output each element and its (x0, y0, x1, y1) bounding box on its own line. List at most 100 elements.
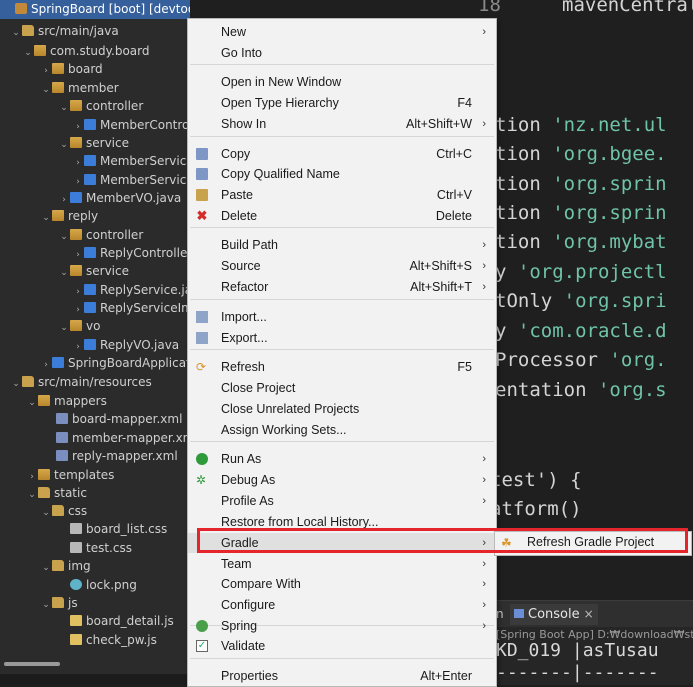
menu-item-close-unrelated-projects[interactable]: Close Unrelated Projects (188, 399, 496, 419)
code-token: entation (495, 379, 598, 401)
menu-item-open-type-hierarchy[interactable]: Open Type Hierarchy F4 (188, 93, 496, 113)
gradle-submenu[interactable]: ☘ Refresh Gradle Project (494, 531, 692, 556)
tree-item[interactable]: ⌄ img (0, 557, 190, 576)
menu-item-new[interactable]: New › (188, 22, 496, 42)
menu-item-restore-from-local-history[interactable]: Restore from Local History... (188, 512, 496, 532)
tree-item-label: member (68, 81, 119, 95)
tree-item[interactable]: ⌄ mappers (0, 392, 190, 411)
menu-item-close-project[interactable]: Close Project (188, 378, 496, 398)
code-token: atform() (490, 498, 582, 520)
menu-item-build-path[interactable]: Build Path › (188, 235, 496, 255)
menu-item-delete[interactable]: ✖ Delete Delete (188, 206, 496, 226)
css-icon (70, 542, 82, 553)
tree-item[interactable]: check_pw.js (0, 631, 190, 650)
tree-item[interactable]: › SpringBoardApplicat (0, 354, 190, 373)
menu-item-run-as[interactable]: Run As › (188, 449, 496, 469)
menu-item-refresh[interactable]: ⟳ Refresh F5 (188, 357, 496, 377)
menu-item-label: New (221, 25, 247, 39)
menu-item-go-into[interactable]: Go Into (188, 43, 496, 63)
chevron-right-icon: › (482, 118, 486, 130)
tree-item[interactable]: member-mapper.xml (0, 429, 190, 448)
tree-item[interactable]: › MemberService (0, 152, 190, 171)
menu-item-debug-as[interactable]: ✲ Debug As › (188, 470, 496, 490)
menu-item-configure[interactable]: Configure › (188, 595, 496, 615)
folder-icon (38, 487, 50, 498)
tree-item[interactable]: › MemberContro (0, 116, 190, 135)
menu-item-import[interactable]: Import... (188, 307, 496, 327)
tree-item[interactable]: › templates (0, 466, 190, 485)
code-line-top: mavenCentral() (562, 0, 693, 16)
menu-item-open-in-new-window[interactable]: Open in New Window (188, 72, 496, 92)
tree-item[interactable]: ⌄ src/main/java (0, 22, 190, 41)
menu-item-refactor[interactable]: Refactor Alt+Shift+T › (188, 277, 496, 297)
tree-item[interactable]: ⌄ controller (0, 226, 190, 245)
tree-item[interactable]: ⌄ member (0, 79, 190, 98)
tree-item-label: MemberContro (100, 118, 190, 132)
menu-item-copy-qualified-name[interactable]: Copy Qualified Name (188, 164, 496, 184)
menu-item-properties[interactable]: Properties Alt+Enter (188, 666, 496, 686)
tree-item[interactable]: board-mapper.xml (0, 410, 190, 429)
tree-item[interactable]: › board (0, 60, 190, 79)
chevron-right-icon: › (482, 537, 486, 549)
menu-item-gradle[interactable]: Gradle › (188, 533, 496, 553)
tree-item[interactable]: ⌄ src/main/resources (0, 373, 190, 392)
menu-separator (190, 441, 494, 442)
tree-item[interactable]: ⌄ service (0, 134, 190, 153)
tree-item[interactable]: › ReplyService.jav (0, 281, 190, 300)
menu-item-shortcut: Ctrl+C (436, 147, 472, 161)
menu-item-compare-with[interactable]: Compare With › (188, 574, 496, 594)
tree-item[interactable]: › ReplyServiceIm (0, 299, 190, 318)
tree-item[interactable]: ⌄ js (0, 594, 190, 613)
folder-icon (22, 25, 34, 36)
tree-item[interactable]: › ReplyControlle (0, 244, 190, 263)
menu-separator (190, 349, 494, 350)
menu-item-label: Configure (221, 598, 276, 612)
pkg-icon (70, 320, 82, 331)
code-token: y (495, 320, 518, 342)
tree-item-label: ReplyControlle (100, 246, 188, 260)
tree-item[interactable]: › ReplyVO.java (0, 336, 190, 355)
menu-item-source[interactable]: Source Alt+Shift+S › (188, 256, 496, 276)
code-line: y 'org.projectl (495, 258, 667, 286)
tab-previous[interactable]: n (496, 607, 504, 621)
menu-item-label: Properties (221, 669, 278, 683)
menu-item-paste[interactable]: Paste Ctrl+V (188, 185, 496, 205)
tree-item[interactable]: board_list.css (0, 520, 190, 539)
menu-item-label: Refactor (221, 280, 269, 294)
tree-item[interactable]: ⌄ service (0, 262, 190, 281)
code-token: Processor (495, 349, 610, 371)
tree-item[interactable]: ⌄ reply (0, 207, 190, 226)
menu-item-show-in[interactable]: Show In Alt+Shift+W › (188, 114, 496, 134)
tree-item[interactable]: ⌄ static (0, 484, 190, 503)
tree-item-label: test.css (86, 541, 132, 555)
tree-item[interactable]: ⌄ vo (0, 317, 190, 336)
chevron-down-icon[interactable]: ⌄ (10, 24, 22, 43)
tree-item[interactable]: SpringBoard [boot] [devtools] (0, 0, 190, 19)
tree-item[interactable]: ⌄ css (0, 502, 190, 521)
code-token: tion (495, 114, 553, 136)
menu-item-export[interactable]: Export... (188, 328, 496, 348)
menu-item-validate[interactable]: ✓ Validate (188, 636, 496, 656)
tree-item[interactable]: ⌄ com.study.board (0, 42, 190, 61)
menu-item-copy[interactable]: Copy Ctrl+C (188, 144, 496, 164)
menu-item-label: Team (221, 557, 252, 571)
menu-item-spring[interactable]: Spring › (188, 616, 496, 636)
tree-item[interactable]: › MemberVO.java (0, 189, 190, 208)
tree-item[interactable]: › MemberService (0, 171, 190, 190)
tree-item[interactable]: lock.png (0, 576, 190, 595)
tree-item[interactable]: test.css (0, 539, 190, 558)
code-string: 'org. (609, 349, 667, 371)
code-line: tion 'org.mybat (495, 228, 667, 256)
submenu-item-refresh-gradle-project[interactable]: Refresh Gradle Project (527, 535, 654, 549)
tree-item[interactable]: board_detail.js (0, 612, 190, 631)
code-line: atform() (490, 495, 582, 523)
tree-item[interactable]: ⌄ controller (0, 97, 190, 116)
tab-console[interactable]: Console × (510, 604, 598, 625)
close-icon[interactable]: × (584, 607, 594, 621)
explorer-scrollbar[interactable] (4, 662, 60, 666)
menu-item-assign-working-sets[interactable]: Assign Working Sets... (188, 420, 496, 440)
menu-item-team[interactable]: Team › (188, 554, 496, 574)
menu-item-profile-as[interactable]: Profile As › (188, 491, 496, 511)
tree-item[interactable]: reply-mapper.xml (0, 447, 190, 466)
tree-item-label: ReplyServiceIm (100, 301, 190, 315)
